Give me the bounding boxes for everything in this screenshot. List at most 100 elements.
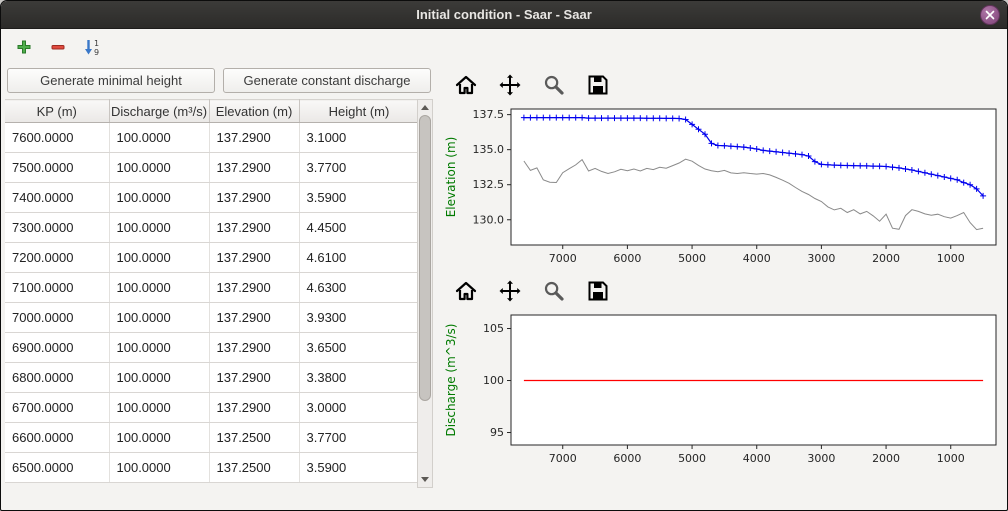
zoom-button[interactable] (541, 278, 567, 304)
table-cell[interactable]: 137.2900 (209, 123, 299, 153)
table-cell[interactable]: 4.6300 (299, 273, 419, 303)
magnifier-icon (542, 279, 566, 303)
table-cell[interactable]: 137.2900 (209, 303, 299, 333)
svg-text:2000: 2000 (872, 452, 900, 465)
table-scrollbar[interactable] (417, 99, 433, 488)
table-cell[interactable]: 3.5900 (299, 183, 419, 213)
table-cell[interactable]: 4.4500 (299, 213, 419, 243)
pan-button[interactable] (497, 278, 523, 304)
table-cell[interactable]: 3.1000 (299, 123, 419, 153)
column-header[interactable]: KP (m) (5, 100, 109, 123)
initial-condition-window: Initial condition - Saar - Saar 1 9 (0, 0, 1008, 511)
table-cell[interactable]: 7500.0000 (5, 153, 109, 183)
table-cell[interactable]: 4.6100 (299, 243, 419, 273)
svg-text:135.0: 135.0 (473, 143, 505, 156)
save-button[interactable] (585, 72, 611, 98)
elevation-chart[interactable]: 7000600050004000300020001000130.0132.513… (441, 101, 1006, 275)
table-cell[interactable]: 137.2900 (209, 273, 299, 303)
svg-text:2000: 2000 (872, 252, 900, 265)
svg-text:1: 1 (94, 39, 99, 48)
svg-text:3000: 3000 (807, 252, 835, 265)
table-cell[interactable]: 137.2900 (209, 333, 299, 363)
table-cell[interactable]: 6700.0000 (5, 393, 109, 423)
table-row: 6700.0000100.0000137.29003.0000 (5, 393, 419, 423)
table-cell[interactable]: 100.0000 (109, 423, 209, 453)
discharge-chart[interactable]: 700060005000400030002000100095100105Disc… (441, 307, 1006, 475)
table-cell[interactable]: 3.6500 (299, 333, 419, 363)
svg-text:Elevation (m): Elevation (m) (444, 137, 458, 218)
column-header[interactable]: Height (m) (299, 100, 419, 123)
table-cell[interactable]: 137.2500 (209, 453, 299, 483)
table-cell[interactable]: 100.0000 (109, 273, 209, 303)
pan-arrows-icon (498, 279, 522, 303)
scrollbar-thumb[interactable] (419, 115, 431, 401)
table-cell[interactable]: 137.2900 (209, 243, 299, 273)
table-cell[interactable]: 6600.0000 (5, 423, 109, 453)
table-cell[interactable]: 100.0000 (109, 123, 209, 153)
table-cell[interactable]: 137.2900 (209, 213, 299, 243)
svg-text:4000: 4000 (743, 252, 771, 265)
table-cell[interactable]: 3.9300 (299, 303, 419, 333)
column-header[interactable]: Discharge (m³/s) (109, 100, 209, 123)
table-cell[interactable]: 6900.0000 (5, 333, 109, 363)
table-cell[interactable]: 137.2900 (209, 363, 299, 393)
table-cell[interactable]: 3.7700 (299, 153, 419, 183)
svg-text:1000: 1000 (937, 252, 965, 265)
table-row: 7400.0000100.0000137.29003.5900 (5, 183, 419, 213)
pan-button[interactable] (497, 72, 523, 98)
elevation-chart-toolbar (441, 69, 1007, 101)
table-cell[interactable]: 7300.0000 (5, 213, 109, 243)
table-cell[interactable]: 7100.0000 (5, 273, 109, 303)
table-cell[interactable]: 137.2900 (209, 393, 299, 423)
table-cell[interactable]: 6500.0000 (5, 453, 109, 483)
table-cell[interactable]: 7600.0000 (5, 123, 109, 153)
scroll-down-button[interactable] (418, 472, 432, 487)
table-area: KP (m)Discharge (m³/s)Elevation (m)Heigh… (5, 99, 433, 510)
zoom-button[interactable] (541, 72, 567, 98)
table-cell[interactable]: 3.0000 (299, 393, 419, 423)
table-cell[interactable]: 100.0000 (109, 363, 209, 393)
close-button[interactable] (980, 5, 1000, 25)
sort-numeric-descending-icon: 1 9 (83, 38, 101, 56)
remove-row-button[interactable] (43, 33, 73, 61)
table-cell[interactable]: 100.0000 (109, 333, 209, 363)
generate-constant-discharge-button[interactable]: Generate constant discharge (223, 68, 431, 93)
table-cell[interactable]: 100.0000 (109, 153, 209, 183)
table-cell[interactable]: 137.2900 (209, 153, 299, 183)
column-header[interactable]: Elevation (m) (209, 100, 299, 123)
table-cell[interactable]: 100.0000 (109, 453, 209, 483)
sort-rows-button[interactable]: 1 9 (77, 33, 107, 61)
save-button[interactable] (585, 278, 611, 304)
svg-text:130.0: 130.0 (473, 213, 505, 226)
scrollbar-track[interactable] (418, 115, 432, 472)
table-cell[interactable]: 3.7700 (299, 423, 419, 453)
table-cell[interactable]: 3.5900 (299, 453, 419, 483)
triangle-down-icon (421, 477, 429, 482)
table-cell[interactable]: 7200.0000 (5, 243, 109, 273)
table-cell[interactable]: 100.0000 (109, 243, 209, 273)
home-button[interactable] (453, 72, 479, 98)
svg-text:6000: 6000 (613, 452, 641, 465)
svg-text:100: 100 (483, 374, 504, 387)
home-button[interactable] (453, 278, 479, 304)
generate-minimal-height-button[interactable]: Generate minimal height (7, 68, 215, 93)
table-cell[interactable]: 7000.0000 (5, 303, 109, 333)
table-cell[interactable]: 137.2500 (209, 423, 299, 453)
svg-text:3000: 3000 (807, 452, 835, 465)
svg-text:Discharge (m^3/s): Discharge (m^3/s) (444, 324, 458, 437)
table-cell[interactable]: 7400.0000 (5, 183, 109, 213)
table-cell[interactable]: 3.3800 (299, 363, 419, 393)
table-cell[interactable]: 100.0000 (109, 183, 209, 213)
add-row-button[interactable] (9, 33, 39, 61)
table-cell[interactable]: 100.0000 (109, 393, 209, 423)
table-cell[interactable]: 100.0000 (109, 303, 209, 333)
svg-text:4000: 4000 (743, 452, 771, 465)
pan-arrows-icon (498, 73, 522, 97)
table-cell[interactable]: 100.0000 (109, 213, 209, 243)
table-row: 6600.0000100.0000137.25003.7700 (5, 423, 419, 453)
table-row: 7200.0000100.0000137.29004.6100 (5, 243, 419, 273)
table-row: 6900.0000100.0000137.29003.6500 (5, 333, 419, 363)
scroll-up-button[interactable] (418, 100, 432, 115)
table-cell[interactable]: 137.2900 (209, 183, 299, 213)
table-cell[interactable]: 6800.0000 (5, 363, 109, 393)
